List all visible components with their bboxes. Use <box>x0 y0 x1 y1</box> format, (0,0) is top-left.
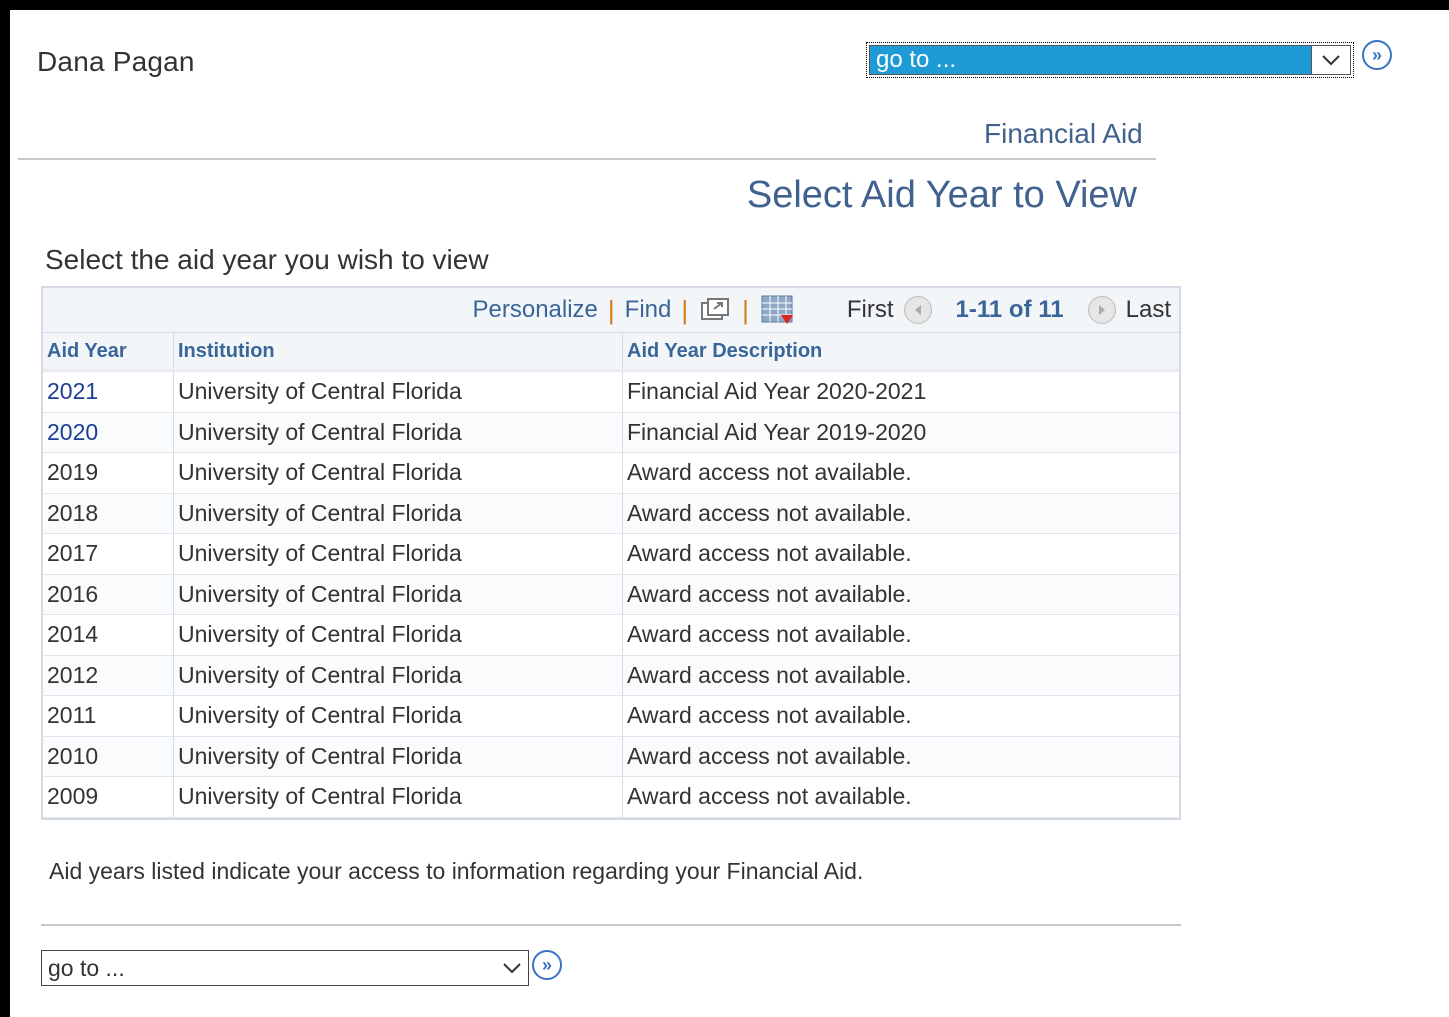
table-row: 2017 University of Central Florida Award a… <box>43 533 1179 575</box>
aid-year-cell: 2016 <box>43 574 174 615</box>
first-label: First <box>846 296 894 323</box>
aid-year-cell: 2009 <box>43 776 174 818</box>
grid-navigation-bar: Personalize | Find | | First 1-11 of 11 … <box>43 288 1179 333</box>
aid-year-cell: 2011 <box>43 695 174 737</box>
chevron-down-icon[interactable] <box>1311 46 1350 74</box>
table-header-row: Aid Year Institution Aid Year Descriptio… <box>43 333 1179 372</box>
student-name: Dana Pagan <box>37 46 195 77</box>
institution-cell: University of Central Florida <box>173 736 623 777</box>
last-label: Last <box>1125 296 1171 323</box>
table-row: 2016 University of Central Florida Award a… <box>43 574 1179 615</box>
aid-year-grid: Personalize | Find | | First 1-11 of 11 … <box>41 286 1181 820</box>
table-row: 2014 University of Central Florida Award a… <box>43 614 1179 656</box>
description-cell: Award access not available. <box>622 493 1179 534</box>
goto-select-bottom-value: go to ... <box>48 955 125 981</box>
table-row: 2012 University of Central Florida Award a… <box>43 655 1179 696</box>
institution-cell: University of Central Florida <box>173 493 623 534</box>
table-row: 2021 University of Central Florida Financi… <box>43 370 1179 413</box>
description-cell: Award access not available. <box>622 574 1179 615</box>
institution-cell: University of Central Florida <box>173 370 623 413</box>
aid-year-cell: 2012 <box>43 655 174 696</box>
separator: | <box>607 294 615 325</box>
column-header-aid-year[interactable]: Aid Year <box>43 333 174 372</box>
description-cell: Award access not available. <box>622 614 1179 656</box>
institution-cell: University of Central Florida <box>173 655 623 696</box>
chevron-down-icon[interactable] <box>502 951 522 985</box>
download-grid-icon[interactable] <box>761 295 795 325</box>
description-cell: Financial Aid Year 2020-2021 <box>622 370 1179 413</box>
description-cell: Award access not available. <box>622 776 1179 818</box>
goto-select-top-box[interactable]: go to ... <box>869 45 1351 75</box>
table-row: 2019 University of Central Florida Award a… <box>43 452 1179 494</box>
divider-bottom <box>41 924 1181 926</box>
aid-year-cell[interactable]: 2021 <box>43 370 174 413</box>
description-cell: Financial Aid Year 2019-2020 <box>622 412 1179 453</box>
financial-aid-link[interactable]: Financial Aid <box>984 118 1143 150</box>
aid-year-cell: 2018 <box>43 493 174 534</box>
double-chevron-right-icon[interactable]: » <box>532 950 562 980</box>
table-row: 2011 University of Central Florida Award a… <box>43 695 1179 737</box>
goto-select-bottom[interactable]: go to ... <box>41 950 529 986</box>
divider-top <box>18 158 1156 160</box>
aid-year-cell: 2019 <box>43 452 174 494</box>
aid-year-cell: 2014 <box>43 614 174 656</box>
column-header-institution[interactable]: Institution <box>173 333 623 372</box>
institution-cell: University of Central Florida <box>173 614 623 656</box>
page: Dana Pagan go to ... » Financial Aid Sel… <box>10 10 1449 1017</box>
institution-cell: University of Central Florida <box>173 776 623 818</box>
goto-select-top-value: go to ... <box>876 46 957 73</box>
table-row: 2009 University of Central Florida Award a… <box>43 776 1179 818</box>
left-arrow-icon[interactable] <box>903 296 932 324</box>
right-arrow-icon[interactable] <box>1087 296 1116 324</box>
aid-year-cell: 2017 <box>43 533 174 575</box>
table-body: 2021 University of Central Florida Financi… <box>43 370 1179 818</box>
description-cell: Award access not available. <box>622 736 1179 777</box>
footer-note: Aid years listed indicate your access to… <box>49 858 864 884</box>
description-cell: Award access not available. <box>622 452 1179 494</box>
instructions-text: Select the aid year you wish to view <box>45 244 489 275</box>
description-cell: Award access not available. <box>622 533 1179 575</box>
separator: | <box>681 294 689 325</box>
find-link[interactable]: Find <box>625 296 672 324</box>
separator: | <box>742 294 749 325</box>
aid-year-cell[interactable]: 2020 <box>43 412 174 453</box>
table-row: 2018 University of Central Florida Award a… <box>43 493 1179 534</box>
table-row: 2020 University of Central Florida Financi… <box>43 412 1179 453</box>
institution-cell: University of Central Florida <box>173 412 623 453</box>
institution-cell: University of Central Florida <box>173 574 623 615</box>
institution-cell: University of Central Florida <box>173 695 623 737</box>
description-cell: Award access not available. <box>622 655 1179 696</box>
institution-cell: University of Central Florida <box>173 452 623 494</box>
table-row: 2010 University of Central Florida Award a… <box>43 736 1179 777</box>
row-count: 1-11 of 11 <box>955 296 1064 323</box>
column-header-description[interactable]: Aid Year Description <box>622 333 1179 372</box>
page-title: Select Aid Year to View <box>746 174 1137 216</box>
aid-year-cell: 2010 <box>43 736 174 777</box>
new-window-icon[interactable] <box>700 297 730 323</box>
description-cell: Award access not available. <box>622 695 1179 737</box>
double-chevron-right-icon[interactable]: » <box>1362 40 1392 70</box>
personalize-link[interactable]: Personalize <box>473 296 598 324</box>
aid-year-table: Aid Year Institution Aid Year Descriptio… <box>43 333 1179 818</box>
goto-select-top[interactable]: go to ... <box>866 42 1354 78</box>
institution-cell: University of Central Florida <box>173 533 623 575</box>
